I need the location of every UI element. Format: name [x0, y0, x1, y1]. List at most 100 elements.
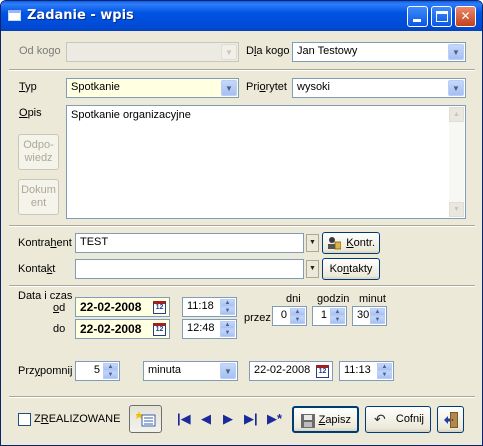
- spin-up-icon[interactable]: ▲: [370, 308, 385, 316]
- zapisz-button[interactable]: Zapisz: [292, 406, 359, 433]
- odpowiedz-button[interactable]: Odpo- wiedz: [18, 134, 59, 170]
- spin-down-icon[interactable]: ▼: [103, 371, 118, 379]
- przypomnij-count-spinner[interactable]: ▲ ▼: [103, 363, 118, 379]
- dokument-label-2: ent: [30, 197, 47, 209]
- minut-label: minut: [359, 293, 386, 305]
- spin-up-icon[interactable]: ▲: [220, 299, 235, 307]
- przypomnij-count[interactable]: 5 ▲ ▼: [75, 361, 120, 381]
- kontakty-button[interactable]: Kontakty: [322, 258, 380, 280]
- spin-down-icon[interactable]: ▼: [220, 307, 235, 315]
- kontr-button[interactable]: Kontr.: [322, 232, 380, 254]
- dni-spinner[interactable]: 0 ▲ ▼: [272, 306, 307, 326]
- spin-up-icon[interactable]: ▲: [290, 308, 305, 316]
- undo-icon: ↶: [374, 411, 386, 427]
- od-time-spinner[interactable]: ▲ ▼: [220, 299, 235, 315]
- od-kogo-label: Od kogo: [19, 45, 61, 57]
- przypomnij-time-field[interactable]: 11:13 ▲ ▼: [339, 361, 394, 381]
- do-time-spinner[interactable]: ▲ ▼: [220, 321, 235, 337]
- kontakty-button-label: Kontakty: [329, 263, 373, 275]
- exit-button[interactable]: [437, 406, 464, 433]
- opis-text: Spotkanie organizacyjne: [71, 109, 191, 121]
- maximize-icon: [436, 11, 448, 22]
- prev-record-icon[interactable]: ◀: [201, 411, 211, 427]
- calendar-icon[interactable]: 12: [153, 301, 166, 314]
- kontrahent-dropdown[interactable]: ▼: [306, 234, 319, 252]
- spin-up-icon[interactable]: ▲: [103, 363, 118, 371]
- spin-up-icon[interactable]: ▲: [377, 363, 392, 371]
- priorytet-value: wysoki: [297, 81, 331, 93]
- new-record-icon[interactable]: ▶*: [267, 411, 282, 427]
- kontakt-input[interactable]: [75, 259, 304, 279]
- przypomnij-unit-combo[interactable]: minuta ▼: [143, 361, 238, 381]
- title-bar[interactable]: Zadanie - wpis ✕: [1, 1, 482, 31]
- cofnij-label: Cofnij: [395, 413, 424, 425]
- close-button[interactable]: ✕: [455, 6, 476, 27]
- minimize-button[interactable]: [407, 6, 428, 27]
- dla-kogo-combo[interactable]: Jan Testowy ▼: [292, 42, 466, 62]
- zapisz-label: Zapisz: [318, 414, 351, 426]
- cofnij-button[interactable]: ↶ Cofnij: [365, 406, 431, 433]
- dni-spinner-arrows[interactable]: ▲ ▼: [290, 308, 305, 324]
- spin-down-icon[interactable]: ▼: [220, 329, 235, 337]
- divider: [9, 396, 475, 398]
- scroll-up-icon[interactable]: ▲: [449, 107, 464, 122]
- kontrahent-label: Kontrahent: [18, 237, 72, 249]
- spin-up-icon[interactable]: ▲: [330, 308, 345, 316]
- calendar-icon[interactable]: 12: [153, 323, 166, 336]
- exit-door-icon: [444, 412, 459, 431]
- minimize-icon: [413, 19, 421, 22]
- przypomnij-label: Przypomnij: [18, 365, 73, 377]
- chevron-down-icon[interactable]: ▼: [220, 363, 236, 379]
- typ-value: Spotkanie: [71, 81, 120, 93]
- typ-combo[interactable]: Spotkanie ▼: [66, 78, 239, 98]
- last-record-icon[interactable]: ▶|: [244, 411, 258, 427]
- spin-up-icon[interactable]: ▲: [220, 321, 235, 329]
- dokument-button[interactable]: Dokum ent: [18, 179, 59, 215]
- scroll-down-icon[interactable]: ▼: [449, 202, 464, 217]
- chevron-down-icon: ▼: [309, 265, 316, 272]
- close-icon: ✕: [460, 9, 471, 23]
- chevron-down-icon[interactable]: ▼: [221, 80, 237, 96]
- spin-down-icon[interactable]: ▼: [370, 316, 385, 324]
- chevron-down-icon[interactable]: ▼: [448, 44, 464, 60]
- spin-down-icon[interactable]: ▼: [330, 316, 345, 324]
- godzin-spinner-arrows[interactable]: ▲ ▼: [330, 308, 345, 324]
- od-time-field[interactable]: 11:18 ▲ ▼: [182, 297, 237, 317]
- chevron-down-icon[interactable]: ▼: [448, 80, 464, 96]
- kontakt-dropdown[interactable]: ▼: [306, 260, 319, 278]
- odpowiedz-label-1: Odpo-: [23, 139, 54, 151]
- chevron-down-icon: ▼: [221, 44, 237, 60]
- priorytet-combo[interactable]: wysoki ▼: [292, 78, 466, 98]
- od-date-field[interactable]: 22-02-2008 12: [75, 297, 170, 317]
- next-record-icon[interactable]: ▶: [223, 411, 233, 427]
- od-label: od: [53, 302, 66, 314]
- divider: [9, 225, 475, 227]
- dni-label: dni: [286, 293, 301, 305]
- godzin-spinner[interactable]: 1 ▲ ▼: [312, 306, 347, 326]
- chevron-down-icon: ▼: [309, 239, 316, 246]
- opis-textarea[interactable]: Spotkanie organizacyjne ▲ ▼: [66, 105, 466, 219]
- dla-kogo-label: Dla kogo: [246, 45, 290, 57]
- do-label: do: [53, 323, 66, 335]
- spin-down-icon[interactable]: ▼: [377, 371, 392, 379]
- do-time-field[interactable]: 12:48 ▲ ▼: [182, 319, 237, 339]
- przypomnij-date-field[interactable]: 22-02-2008 12: [249, 361, 333, 381]
- minut-spinner[interactable]: 30 ▲ ▼: [352, 306, 387, 326]
- window-title: Zadanie - wpis: [27, 8, 134, 23]
- data-czas-label: Data i czas: [18, 290, 73, 302]
- opis-scrollbar[interactable]: ▲ ▼: [449, 107, 464, 217]
- do-date-field[interactable]: 22-02-2008 12: [75, 319, 170, 339]
- calendar-icon[interactable]: 12: [316, 365, 329, 378]
- list-button[interactable]: [129, 405, 162, 433]
- zrealizowane-label: ZREALIZOWANE: [34, 413, 121, 425]
- godzin-label: godzin: [317, 293, 350, 305]
- spin-down-icon[interactable]: ▼: [290, 316, 305, 324]
- przypomnij-time-spinner[interactable]: ▲ ▼: [377, 363, 392, 379]
- dla-kogo-value: Jan Testowy: [297, 45, 358, 57]
- maximize-button[interactable]: [431, 6, 452, 27]
- przez-label: przez: [244, 312, 271, 324]
- kontrahent-input[interactable]: TEST: [75, 233, 304, 253]
- first-record-icon[interactable]: |◀: [177, 411, 191, 427]
- zrealizowane-checkbox[interactable]: [18, 413, 31, 426]
- minut-spinner-arrows[interactable]: ▲ ▼: [370, 308, 385, 324]
